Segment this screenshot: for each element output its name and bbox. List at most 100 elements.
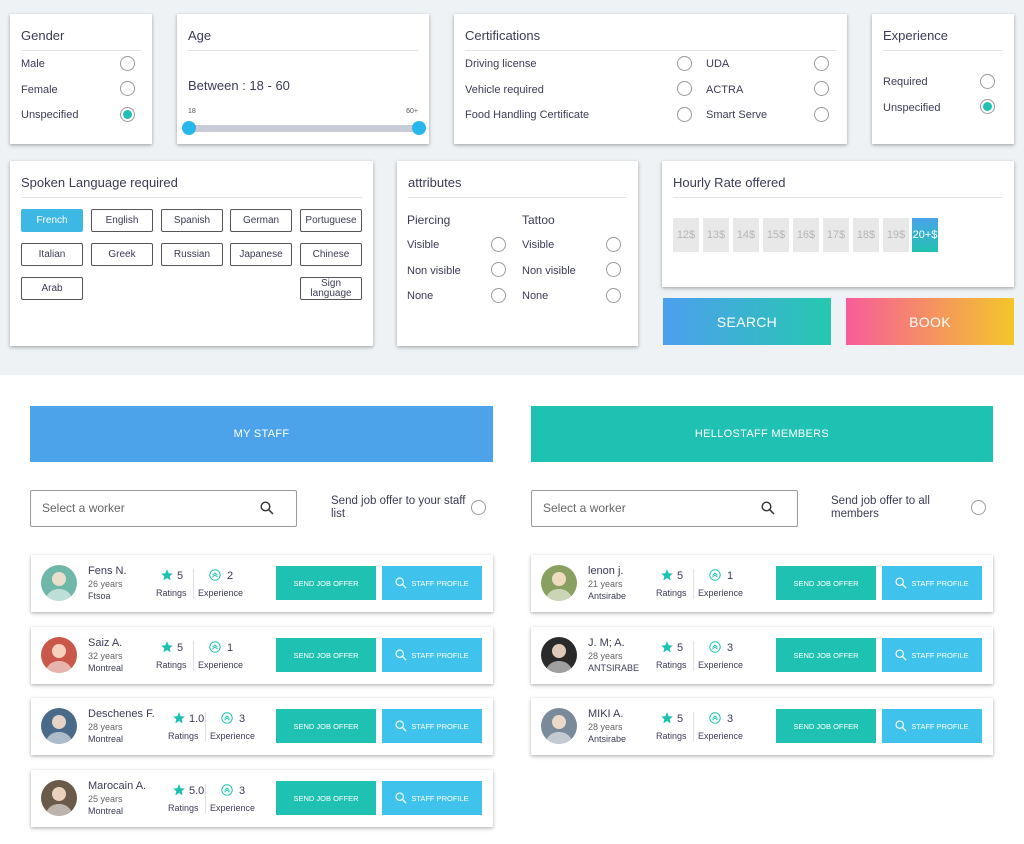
experience-title: Experience	[883, 28, 1003, 51]
avatar[interactable]	[41, 637, 77, 673]
avatar[interactable]	[41, 780, 77, 816]
worker-city: ANTSIRABE	[588, 663, 640, 673]
worker-card[interactable]: MIKI A. 28 years Antsirabe 5 Ratings 3 Experie…	[531, 698, 993, 755]
members-search-input[interactable]	[543, 501, 743, 515]
worker-card[interactable]: lenon j. 21 years Antsirabe 5 Ratings 1 Experi…	[531, 555, 993, 612]
tattoo-radio-non-visible[interactable]	[606, 262, 621, 277]
piercing-radio-none[interactable]	[491, 288, 506, 303]
staff-profile-button[interactable]: STAFF PROFILE	[382, 709, 482, 743]
send-job-offer-button[interactable]: SEND JOB OFFER	[776, 638, 876, 672]
tab-hellostaff-members[interactable]: HELLOSTAFF MEMBERS	[531, 406, 993, 462]
rate-chip-14[interactable]: 14$	[733, 218, 759, 252]
piercing-subhead: Piercing	[407, 213, 451, 227]
worker-name[interactable]: lenon j.	[588, 565, 623, 577]
staff-profile-button[interactable]: STAFF PROFILE	[882, 709, 982, 743]
lang-button-german[interactable]: German	[230, 209, 292, 232]
book-button[interactable]: BOOK	[846, 298, 1014, 345]
avatar[interactable]	[541, 565, 577, 601]
lang-button-portuguese[interactable]: Portuguese	[300, 209, 362, 232]
cert-radio-food-handling[interactable]	[677, 107, 692, 122]
staff-profile-label: STAFF PROFILE	[911, 721, 969, 731]
age-filter-card: Age Between : 18 - 60 18 60+	[177, 14, 429, 144]
lang-button-arab[interactable]: Arab	[21, 277, 83, 300]
cert-actra-label: ACTRA	[706, 84, 744, 96]
search-button[interactable]: SEARCH	[663, 298, 831, 345]
staff-profile-button[interactable]: STAFF PROFILE	[382, 566, 482, 600]
worker-rating: 5	[677, 713, 684, 725]
worker-card[interactable]: Fens N. 26 years Ftsoa 5 Ratings 2 Experience S…	[31, 555, 493, 612]
staff-profile-button[interactable]: STAFF PROFILE	[382, 638, 482, 672]
avatar[interactable]	[541, 637, 577, 673]
send-job-offer-button[interactable]: SEND JOB OFFER	[276, 709, 376, 743]
piercing-radio-visible[interactable]	[491, 237, 506, 252]
lang-button-sign-language[interactable]: Sign language	[300, 277, 362, 300]
worker-name[interactable]: J. M; A.	[588, 637, 625, 649]
my-staff-offer-radio[interactable]	[471, 500, 486, 515]
send-job-offer-button[interactable]: SEND JOB OFFER	[276, 781, 376, 815]
tattoo-radio-none[interactable]	[606, 288, 621, 303]
tattoo-radio-visible[interactable]	[606, 237, 621, 252]
age-slider-track[interactable]	[188, 125, 420, 132]
gender-radio-male[interactable]	[120, 56, 135, 71]
cert-radio-uda[interactable]	[814, 56, 829, 71]
avatar[interactable]	[41, 565, 77, 601]
rate-chip-20-plus[interactable]: 20+$	[912, 218, 938, 252]
worker-card[interactable]: Deschenes F. 28 years Montreal 1.0 Ratings 3 E…	[31, 698, 493, 755]
experience-radio-unspecified[interactable]	[980, 99, 995, 114]
cert-radio-vehicle-required[interactable]	[677, 81, 692, 96]
rate-chip-15[interactable]: 15$	[763, 218, 789, 252]
gender-radio-female[interactable]	[120, 81, 135, 96]
experience-radio-required[interactable]	[980, 74, 995, 89]
worker-card[interactable]: Marocain A. 25 years Montreal 5.0 Ratings 3 Ex…	[31, 770, 493, 827]
send-job-offer-button[interactable]: SEND JOB OFFER	[276, 566, 376, 600]
members-offer-radio[interactable]	[971, 500, 986, 515]
piercing-radio-non-visible[interactable]	[491, 262, 506, 277]
search-icon[interactable]	[761, 501, 775, 515]
stat-divider	[693, 712, 694, 742]
staff-profile-button[interactable]: STAFF PROFILE	[882, 566, 982, 600]
rate-chip-13[interactable]: 13$	[703, 218, 729, 252]
worker-age: 32 years	[88, 651, 123, 661]
gender-radio-unspecified[interactable]	[120, 107, 135, 122]
avatar[interactable]	[541, 708, 577, 744]
staff-profile-button[interactable]: STAFF PROFILE	[882, 638, 982, 672]
worker-rating: 5	[177, 570, 184, 582]
rate-chip-17[interactable]: 17$	[823, 218, 849, 252]
lang-button-french[interactable]: French	[21, 209, 83, 232]
send-job-offer-button[interactable]: SEND JOB OFFER	[276, 638, 376, 672]
worker-name[interactable]: Fens N.	[88, 565, 127, 577]
avatar[interactable]	[41, 708, 77, 744]
my-staff-search-input[interactable]	[42, 501, 242, 515]
worker-name[interactable]: Saiz A.	[88, 637, 122, 649]
lang-button-chinese[interactable]: Chinese	[300, 243, 362, 266]
rate-chip-12[interactable]: 12$	[673, 218, 699, 252]
lang-button-russian[interactable]: Russian	[161, 243, 223, 266]
send-job-offer-button[interactable]: SEND JOB OFFER	[776, 566, 876, 600]
staff-profile-button[interactable]: STAFF PROFILE	[382, 781, 482, 815]
lang-button-spanish[interactable]: Spanish	[161, 209, 223, 232]
cert-radio-actra[interactable]	[814, 81, 829, 96]
worker-card[interactable]: J. M; A. 28 years ANTSIRABE 5 Ratings 3 Experi…	[531, 627, 993, 684]
rate-chip-19[interactable]: 19$	[883, 218, 909, 252]
send-job-offer-button[interactable]: SEND JOB OFFER	[776, 709, 876, 743]
my-staff-search-box	[30, 490, 297, 527]
lang-button-english[interactable]: English	[91, 209, 153, 232]
stat-divider	[693, 569, 694, 599]
age-slider-min-handle[interactable]	[182, 121, 196, 135]
worker-name[interactable]: Deschenes F.	[88, 708, 155, 720]
lang-button-italian[interactable]: Italian	[21, 243, 83, 266]
rate-chip-18[interactable]: 18$	[853, 218, 879, 252]
worker-name[interactable]: Marocain A.	[88, 780, 146, 792]
worker-name[interactable]: MIKI A.	[588, 708, 623, 720]
stat-divider	[693, 641, 694, 671]
search-icon[interactable]	[260, 501, 274, 515]
cert-radio-smart-serve[interactable]	[814, 107, 829, 122]
lang-button-japanese[interactable]: Japanese	[230, 243, 292, 266]
tab-my-staff[interactable]: MY STAFF	[30, 406, 493, 462]
avatar-marocain-photo	[45, 787, 73, 816]
lang-button-greek[interactable]: Greek	[91, 243, 153, 266]
worker-card[interactable]: Saiz A. 32 years Montreal 5 Ratings 1 Experien…	[31, 627, 493, 684]
cert-radio-driving-license[interactable]	[677, 56, 692, 71]
rate-chip-16[interactable]: 16$	[793, 218, 819, 252]
age-slider-max-handle[interactable]	[412, 121, 426, 135]
